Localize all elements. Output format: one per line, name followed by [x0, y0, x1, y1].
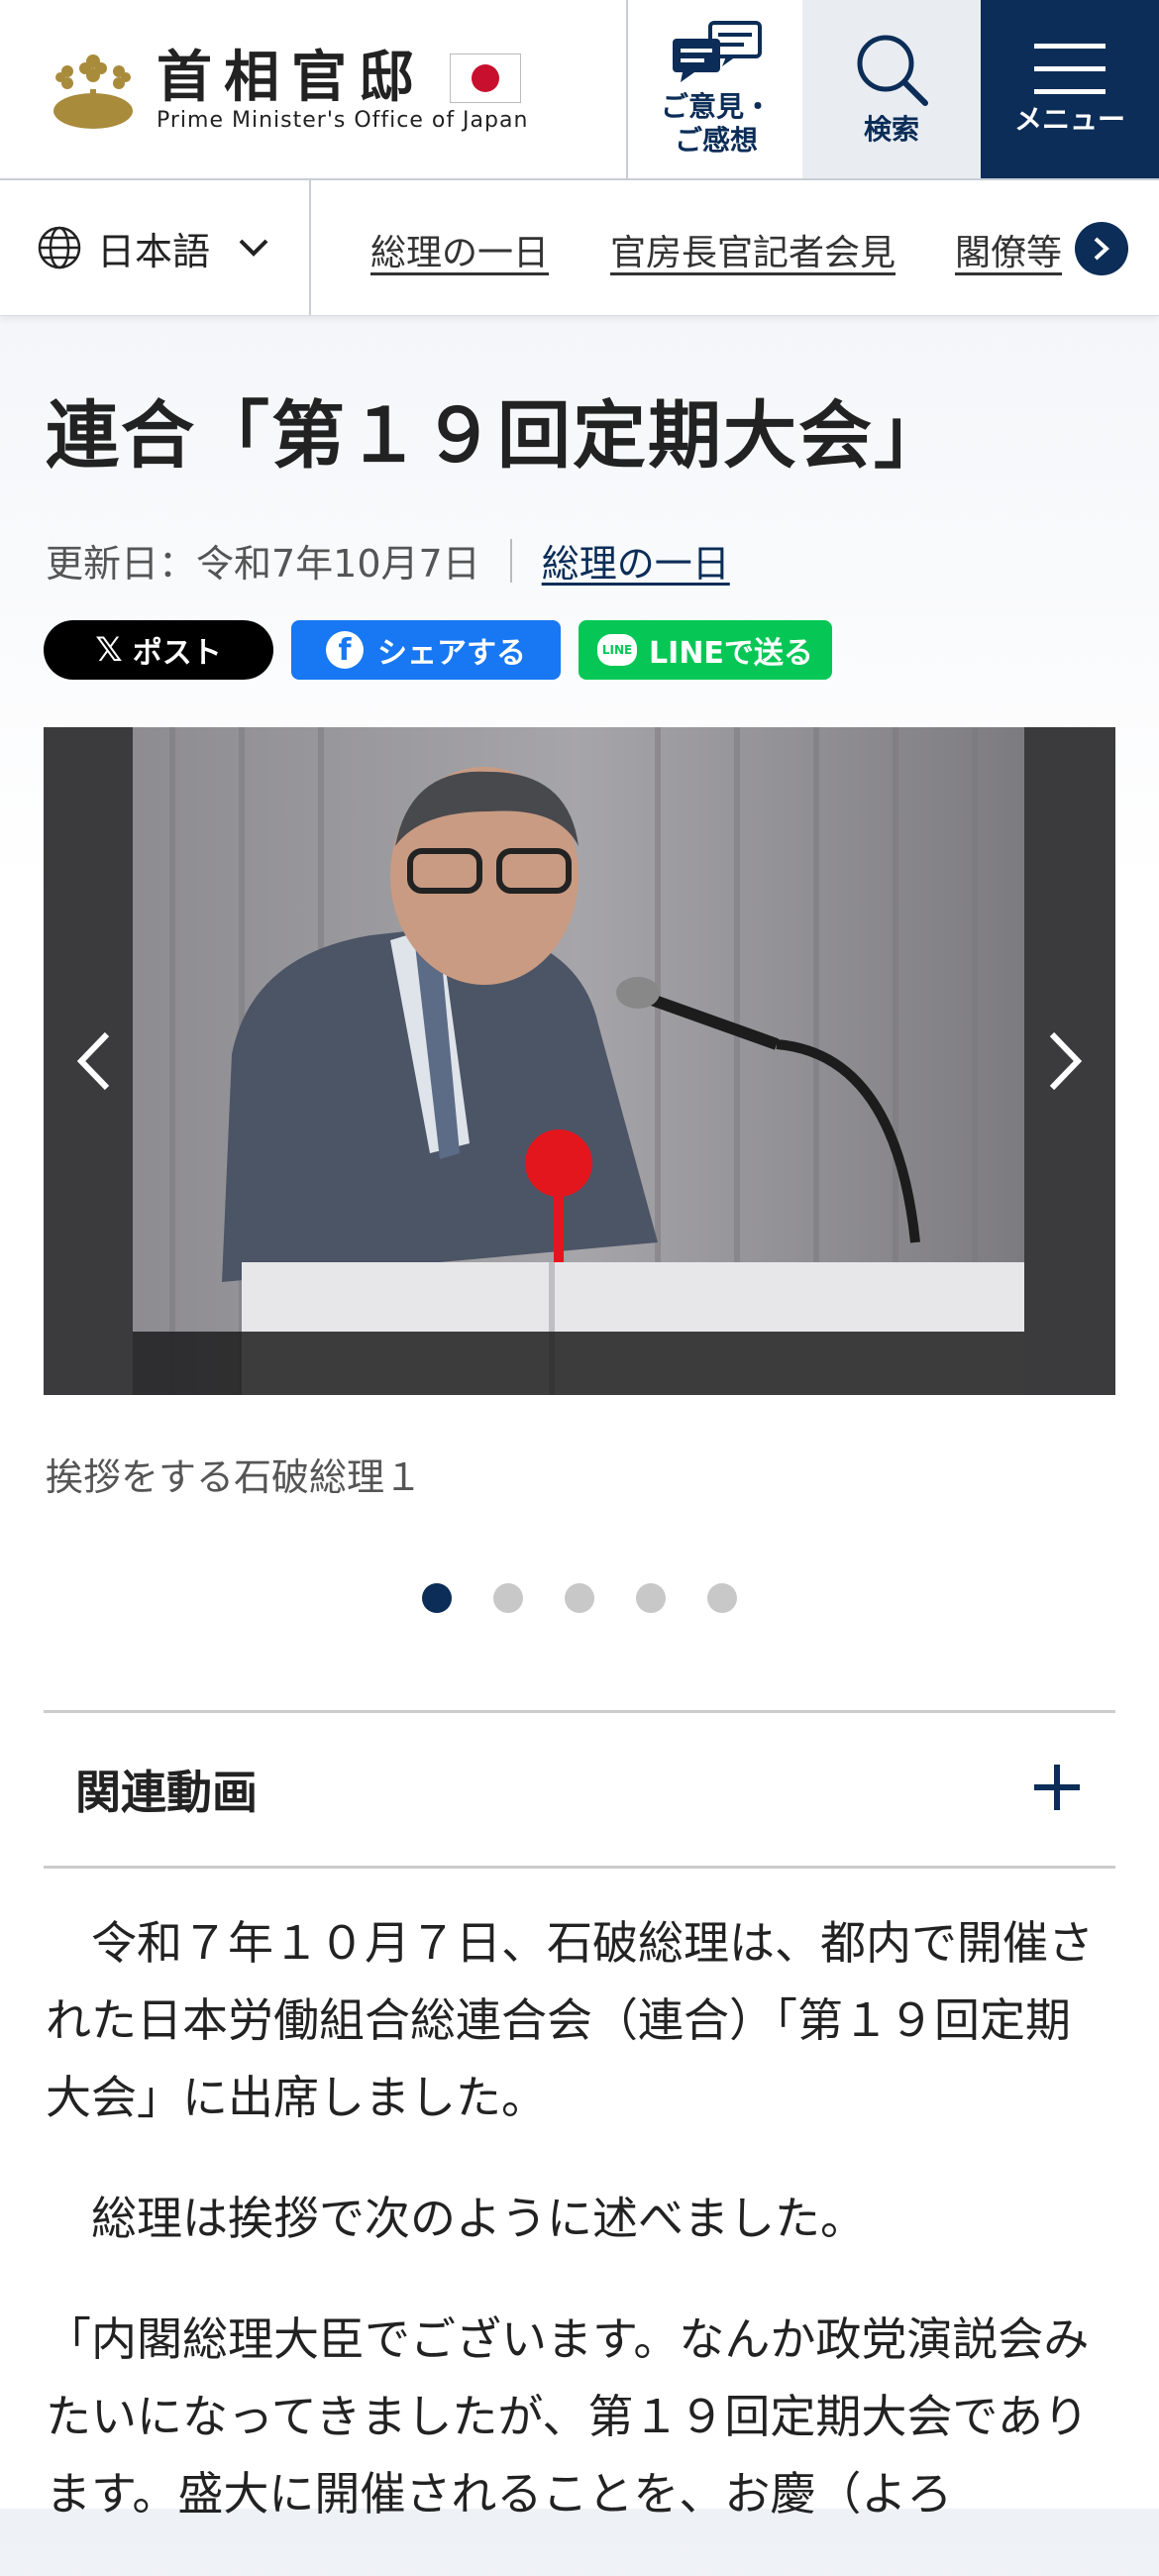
japan-flag-icon — [450, 54, 521, 103]
line-logo-icon: LINE — [597, 634, 638, 666]
subnav-links: 総理の一日 官房長官記者会見 閣僚等 — [309, 180, 1062, 315]
carousel-dot-3[interactable] — [565, 1583, 594, 1613]
updated-date: 更新日：令和7年10月7日 — [46, 542, 480, 586]
carousel-pagination — [0, 1583, 1159, 1613]
search-label: 検索 — [863, 113, 919, 146]
share-x-label: ポスト — [132, 636, 222, 671]
carousel-dot-4[interactable] — [636, 1583, 666, 1613]
x-logo-icon: 𝕏 — [95, 630, 123, 670]
photo-caption: 挨拶をする石破総理１ — [46, 1455, 423, 1499]
speech-bubbles-icon — [673, 21, 762, 82]
share-x-button[interactable]: 𝕏 ポスト — [44, 620, 273, 680]
carousel-photo — [44, 727, 1115, 1395]
site-header: 首相官邸 Prime Minister's Office of Japan ご意… — [0, 0, 1159, 180]
carousel-dot-5[interactable] — [707, 1583, 737, 1613]
hamburger-icon — [1034, 44, 1106, 94]
facebook-logo-icon: f — [326, 631, 364, 669]
menu-label: メニュー — [1013, 103, 1125, 136]
chevron-right-icon — [1049, 1031, 1083, 1091]
opinion-button[interactable]: ご意見・ ご感想 — [626, 0, 804, 178]
share-line-button[interactable]: LINE LINEで送る — [579, 620, 832, 680]
search-button[interactable]: 検索 — [802, 0, 981, 178]
sub-navigation: 日本語 総理の一日 官房長官記者会見 閣僚等 — [0, 180, 1159, 316]
carousel-next-button[interactable] — [1036, 1017, 1096, 1106]
language-label: 日本語 — [97, 229, 211, 273]
share-facebook-label: シェアする — [377, 636, 526, 671]
site-logo[interactable]: 首相官邸 Prime Minister's Office of Japan — [44, 40, 579, 139]
menu-button[interactable]: メニュー — [981, 0, 1159, 178]
category-link[interactable]: 総理の一日 — [542, 533, 730, 588]
logo-subtitle: Prime Minister's Office of Japan — [157, 107, 529, 133]
plus-icon — [1034, 1765, 1080, 1810]
subnav-link-ministers[interactable]: 閣僚等 — [955, 224, 1062, 275]
meta-divider — [509, 538, 512, 583]
chevron-left-icon — [76, 1031, 110, 1091]
body-paragraph-1: 令和７年１０月７日、石破総理は、都内で開催された日本労働組合総連合会（連合）「第… — [46, 1916, 1094, 2124]
page-title: 連合「第１９回定期大会」 — [46, 393, 949, 479]
photo-carousel[interactable] — [44, 727, 1115, 1395]
share-line-label: LINEで送る — [649, 636, 813, 671]
language-selector[interactable]: 日本語 — [0, 180, 311, 315]
carousel-prev-button[interactable] — [63, 1017, 123, 1106]
body-paragraph-3: 「内閣総理大臣でございます。なんか政党演説会みたいになってきましたが、第１９回定… — [46, 2312, 1090, 2521]
carousel-dot-1[interactable] — [422, 1583, 452, 1613]
chevron-down-icon — [239, 239, 268, 257]
carousel-dot-2[interactable] — [493, 1583, 523, 1613]
subnav-link-pm-day[interactable]: 総理の一日 — [370, 224, 549, 275]
article-meta: 更新日：令和7年10月7日 総理の一日 — [46, 533, 730, 588]
accordion-label: 関連動画 — [75, 1766, 258, 1819]
globe-icon — [38, 226, 81, 269]
related-videos-accordion[interactable]: 関連動画 — [44, 1710, 1115, 1869]
subnav-link-press-conference[interactable]: 官房長官記者会見 — [610, 224, 896, 275]
chevron-right-icon — [1094, 237, 1109, 261]
search-icon — [857, 35, 928, 106]
article-body: 令和７年１０月７日、石破総理は、都内で開催された日本労働組合総連合会（連合）「第… — [46, 1904, 1115, 2576]
share-facebook-button[interactable]: f シェアする — [291, 620, 561, 680]
paulownia-emblem-icon — [53, 54, 133, 129]
subnav-next-button[interactable] — [1075, 222, 1128, 275]
body-paragraph-2: 総理は挨拶で次のように述べました。 — [46, 2192, 866, 2245]
opinion-label: ご意見・ ご感想 — [660, 90, 772, 157]
